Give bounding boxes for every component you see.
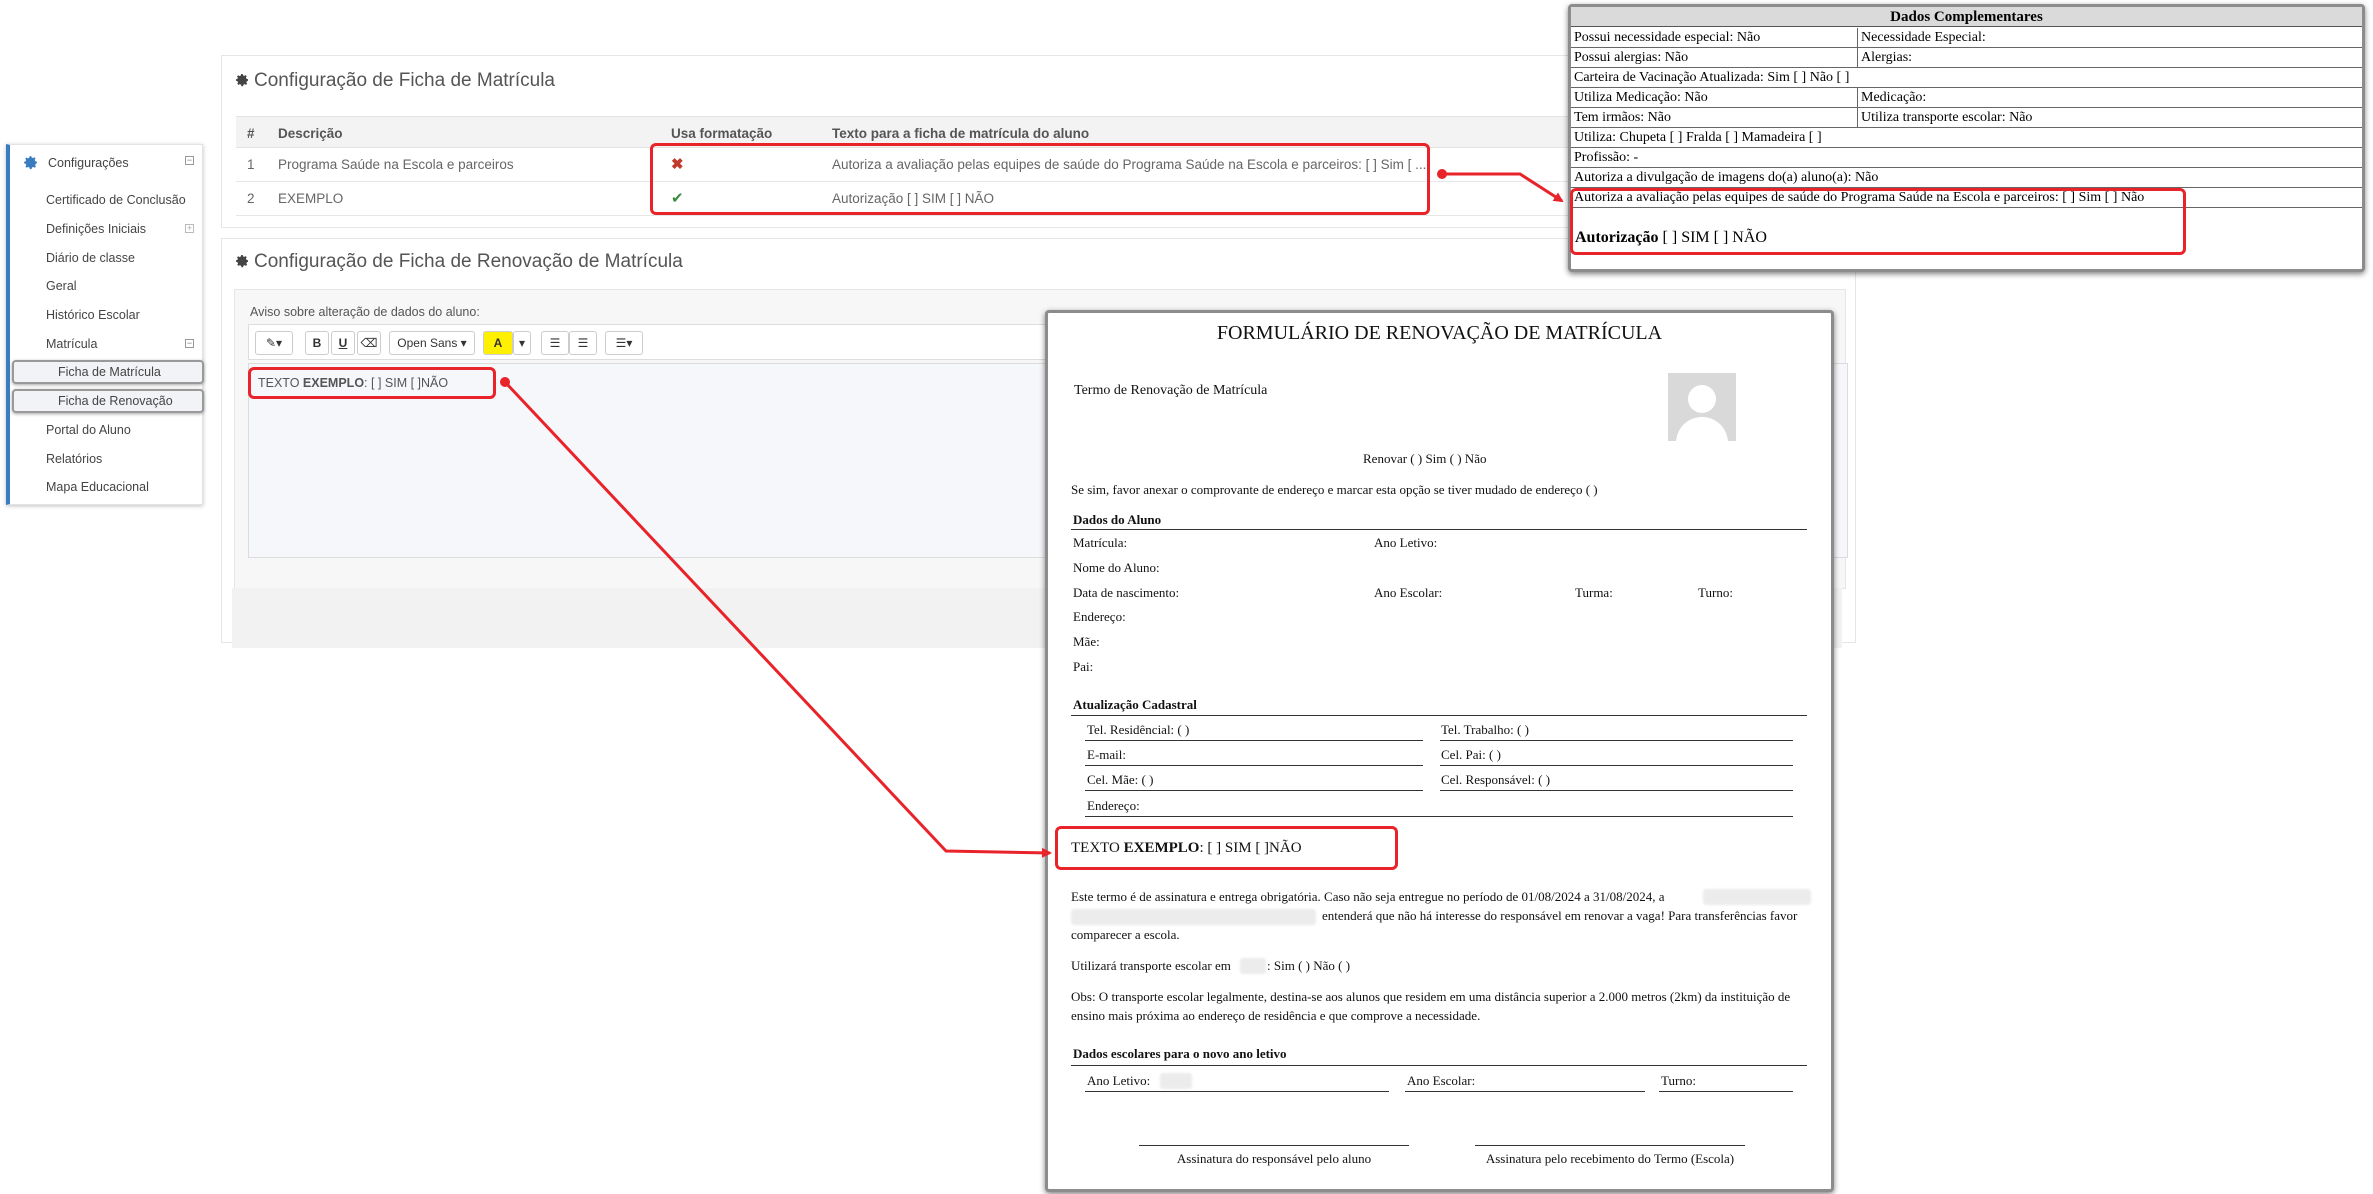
arrow-to-dados	[1437, 169, 1564, 203]
arrow-to-formulario	[500, 377, 1052, 858]
annotation-arrows	[500, 169, 1564, 858]
